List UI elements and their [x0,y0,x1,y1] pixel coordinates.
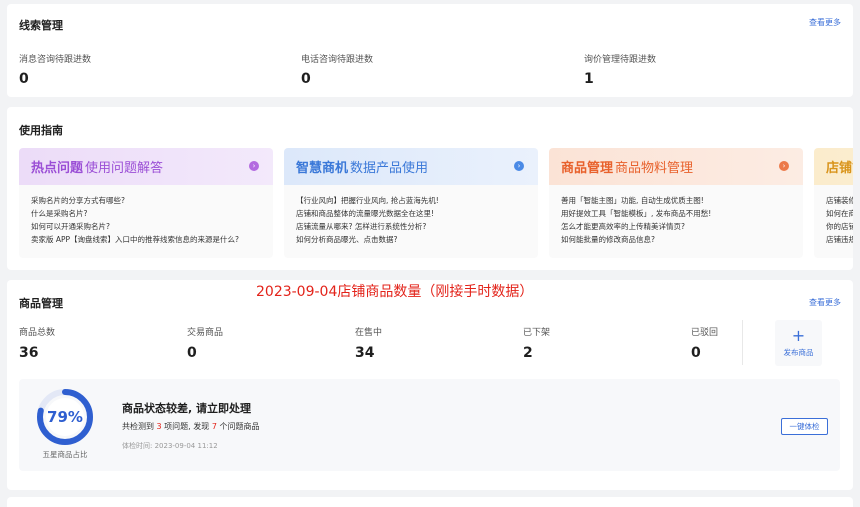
stat-value[interactable]: 0 [187,345,223,361]
guide-link[interactable]: 如何分析商品曝光、点击数据? [296,233,526,246]
stat-value[interactable]: 1 [584,71,656,87]
goods-health-panel: 79% 五星商品占比 商品状态较差, 请立即处理 共检测到 3 项问题, 发现 … [19,379,840,471]
chevron-right-icon[interactable]: › [249,161,259,171]
guide-box-body: 店铺装修 如何在商 你的店铺 店铺违规 [814,185,853,258]
stat-on-sale: 在售中 34 [355,325,382,361]
stat-label: 询价管理待跟进数 [584,55,657,65]
annotation-text: 2023-09-04店铺商品数量（刚接手时数据） [256,284,534,300]
stat-value[interactable]: 2 [523,345,550,361]
guide-link[interactable]: 如何可以开通采购名片? [31,220,261,233]
guide-link[interactable]: 店铺装修 [826,194,853,207]
goods-title: 商品管理 [19,297,63,310]
stat-label: 交易商品 [187,328,224,338]
score-ring: 79% [37,389,93,445]
guide-link[interactable]: 店铺和商品整体的流量曝光数据全在这里! [296,207,526,220]
stat-off-shelf: 已下架 2 [523,325,550,361]
guide-link[interactable]: 如何在商 [826,207,853,220]
guide-link[interactable]: 用好提效工具「智能模板」, 发布商品不用愁! [561,207,791,220]
health-check-time: 体检时间: 2023-09-04 11:12 [122,442,218,450]
score-percent: 79% [47,408,83,426]
stat-value[interactable]: 0 [691,345,718,361]
stat-value[interactable]: 0 [19,71,91,87]
guide-link[interactable]: 什么是采购名片? [31,207,261,220]
leads-card: 线索管理 查看更多 消息咨询待跟进数 0 电话咨询待跟进数 0 询价管理待跟进数… [7,4,853,97]
one-click-check-button[interactable]: 一键体检 [781,418,828,435]
next-card [7,497,853,507]
guide-box-goods-management[interactable]: 商品管理 商品物料管理 › 善用「智能主图」功能, 自动生成优质主图! 用好提效工… [549,148,803,258]
stat-label: 在售中 [355,328,383,338]
stat-label: 商品总数 [19,328,56,338]
stat-total-goods: 商品总数 36 [19,325,55,361]
guide-box-store-management[interactable]: 店铺管 店铺装修 如何在商 你的店铺 店铺违规 [814,148,853,258]
guide-box-subtitle: 商品物料管理 [615,161,694,176]
stat-inquiry-followup: 询价管理待跟进数 1 [584,52,656,87]
stat-message-followup: 消息咨询待跟进数 0 [19,52,91,87]
guide-box-highlight: 智慧商机 [296,161,349,176]
guide-box-highlight: 热点问题 [31,161,84,176]
guide-link[interactable]: 如何能批量的修改商品信息? [561,233,791,246]
leads-more-link[interactable]: 查看更多 [809,17,841,28]
stat-value[interactable]: 36 [19,345,55,361]
publish-goods-label: 发布商品 [783,348,814,357]
guide-link[interactable]: 店铺流量从哪来? 怎样进行系统性分析? [296,220,526,233]
stat-value[interactable]: 34 [355,345,382,361]
guide-box-smart-business[interactable]: 智慧商机 数据产品使用 › 【行业风向】把握行业风向, 抢占蓝海先机! 店铺和商品… [284,148,538,258]
divider [742,320,743,365]
health-description: 共检测到 3 项问题, 发现 7 个问题商品 [122,422,260,431]
guide-box-body: 善用「智能主图」功能, 自动生成优质主图! 用好提效工具「智能模板」, 发布商品… [549,185,803,258]
stat-label: 已下架 [523,328,551,338]
guide-box-body: 【行业风向】把握行业风向, 抢占蓝海先机! 店铺和商品整体的流量曝光数据全在这里… [284,185,538,258]
plus-icon: + [791,326,806,345]
guide-box-subtitle: 使用问题解答 [85,161,164,176]
stat-traded-goods: 交易商品 0 [187,325,223,361]
stat-value[interactable]: 0 [301,71,373,87]
stat-phone-followup: 电话咨询待跟进数 0 [301,52,373,87]
guide-box-header[interactable]: 店铺管 [814,148,853,185]
guide-link[interactable]: 店铺违规 [826,233,853,246]
guide-title: 使用指南 [19,124,63,137]
guide-link[interactable]: 【行业风向】把握行业风向, 抢占蓝海先机! [296,194,526,207]
guide-box-subtitle: 数据产品使用 [350,161,429,176]
guide-link[interactable]: 你的店铺 [826,220,853,233]
guide-box-highlight: 商品管理 [561,161,614,176]
publish-goods-button[interactable]: + 发布商品 [775,320,822,366]
chevron-right-icon[interactable]: › [779,161,789,171]
goods-card: 商品管理 查看更多 商品总数 36 交易商品 0 在售中 34 已下架 2 已驳… [7,280,853,490]
health-title: 商品状态较差, 请立即处理 [122,402,252,415]
guide-link[interactable]: 卖家版 APP【询盘线索】入口中的推荐线索信息的来源是什么? [31,233,261,246]
goods-more-link[interactable]: 查看更多 [809,297,841,308]
guide-link[interactable]: 善用「智能主图」功能, 自动生成优质主图! [561,194,791,207]
chevron-right-icon[interactable]: › [514,161,524,171]
guide-box-header[interactable]: 热点问题 使用问题解答 › [19,148,273,185]
guide-box-hot-questions[interactable]: 热点问题 使用问题解答 › 采购名片的分享方式有哪些? 什么是采购名片? 如何可以… [19,148,273,258]
stat-label: 电话咨询待跟进数 [301,55,374,65]
guide-link[interactable]: 怎么才能更高效率的上传精美详情页? [561,220,791,233]
guide-box-highlight: 店铺管 [826,161,853,176]
guide-box-header[interactable]: 智慧商机 数据产品使用 › [284,148,538,185]
stat-label: 已驳回 [691,328,719,338]
guide-card: 使用指南 热点问题 使用问题解答 › 采购名片的分享方式有哪些? 什么是采购名片?… [7,107,853,270]
five-star-ratio-label: 五星商品占比 [42,450,88,459]
stat-rejected: 已驳回 0 [691,325,718,361]
guide-box-body: 采购名片的分享方式有哪些? 什么是采购名片? 如何可以开通采购名片? 卖家版 A… [19,185,273,258]
guide-link[interactable]: 采购名片的分享方式有哪些? [31,194,261,207]
stat-label: 消息咨询待跟进数 [19,55,92,65]
guide-box-header[interactable]: 商品管理 商品物料管理 › [549,148,803,185]
leads-title: 线索管理 [19,19,63,32]
